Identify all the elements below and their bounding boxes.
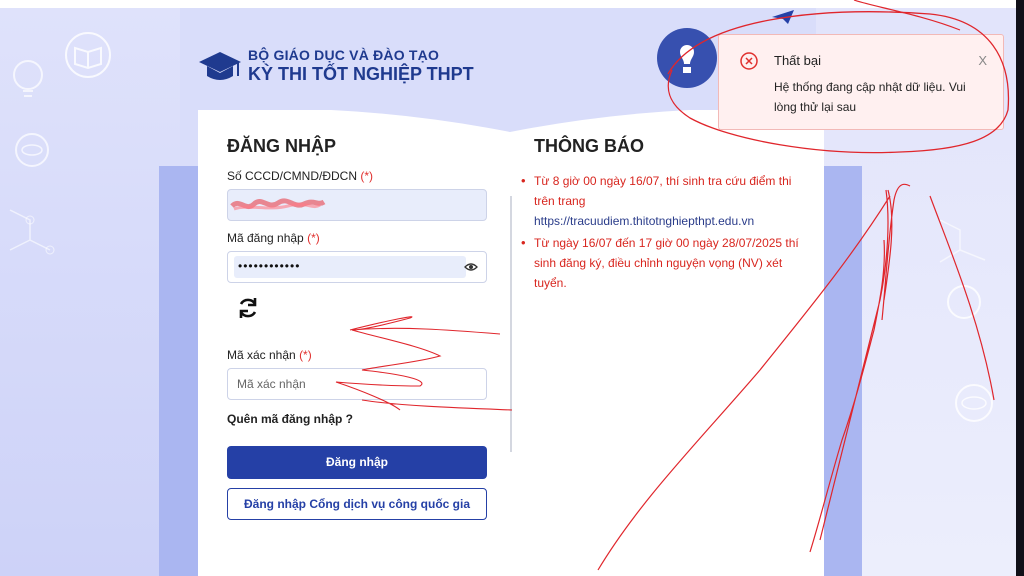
book-edge-left (159, 166, 199, 576)
eye-icon[interactable] (464, 261, 478, 273)
notice-item: Từ 8 giờ 00 ngày 16/07, thí sinh tra cứu… (521, 171, 804, 231)
site-title: BỘ GIÁO DỤC VÀ ĐÀO TẠO KỲ THI TỐT NGHIỆP… (248, 47, 474, 85)
login-form: ĐĂNG NHẬP Số CCCD/CMND/ĐDCN (*) Mã đăng … (227, 136, 487, 520)
error-circle-icon (740, 52, 758, 70)
id-input[interactable] (227, 189, 487, 221)
column-divider (510, 196, 512, 452)
molecule-icon (9, 209, 55, 255)
book-icon (65, 32, 111, 78)
screen-edge (1016, 0, 1024, 576)
notice-list: Từ 8 giờ 00 ngày 16/07, thí sinh tra cứu… (521, 171, 804, 293)
captcha-label: Mã xác nhận (*) (227, 348, 312, 362)
graduation-cap-icon (199, 52, 241, 80)
atom-icon (955, 384, 993, 422)
toast-message: Hệ thống đang cập nhật dữ liệu. Vui lòng… (774, 80, 966, 114)
national-portal-login-button[interactable]: Đăng nhập Cổng dịch vụ công quốc gia (227, 488, 487, 520)
paper-plane-icon (772, 10, 794, 24)
id-label: Số CCCD/CMND/ĐDCN (*) (227, 169, 374, 183)
forgot-password-link[interactable]: Quên mã đăng nhập ? (227, 412, 487, 426)
close-icon[interactable]: X (978, 53, 987, 68)
book-edge-right (824, 166, 862, 576)
lookup-link[interactable]: https://tracuudiem.thitotnghiepthpt.edu.… (534, 211, 804, 231)
org-name: BỘ GIÁO DỤC VÀ ĐÀO TẠO (248, 47, 440, 63)
exam-title: KỲ THI TỐT NGHIỆP THPT (248, 64, 474, 84)
login-button[interactable]: Đăng nhập (227, 446, 487, 479)
error-toast: Thất bại Hệ thống đang cập nhật dữ liệu.… (718, 34, 1004, 130)
login-heading: ĐĂNG NHẬP (227, 136, 337, 156)
password-label: Mã đăng nhập (*) (227, 231, 320, 245)
notice-panel: THÔNG BÁO Từ 8 giờ 00 ngày 16/07, thí si… (521, 136, 804, 295)
lightbulb-icon (657, 28, 717, 88)
redacted-scribble (230, 198, 326, 211)
notice-heading: THÔNG BÁO (534, 136, 644, 156)
password-input[interactable]: •••••••••••• (227, 251, 487, 283)
captcha-input[interactable]: Mã xác nhận (227, 368, 487, 400)
notice-item: Từ ngày 16/07 đến 17 giờ 00 ngày 28/07/2… (521, 233, 804, 293)
lightbulb-icon (13, 60, 43, 97)
captcha-placeholder: Mã xác nhận (237, 377, 306, 391)
top-strip (0, 0, 1024, 8)
site-header: BỘ GIÁO DỤC VÀ ĐÀO TẠO KỲ THI TỐT NGHIỆP… (198, 46, 474, 86)
lightbulb-icon (947, 285, 981, 319)
atom-icon (15, 133, 49, 167)
password-value: •••••••••••• (234, 256, 466, 278)
toast-title: Thất bại (774, 53, 821, 68)
refresh-icon[interactable] (235, 295, 261, 321)
molecule-icon (939, 219, 986, 263)
